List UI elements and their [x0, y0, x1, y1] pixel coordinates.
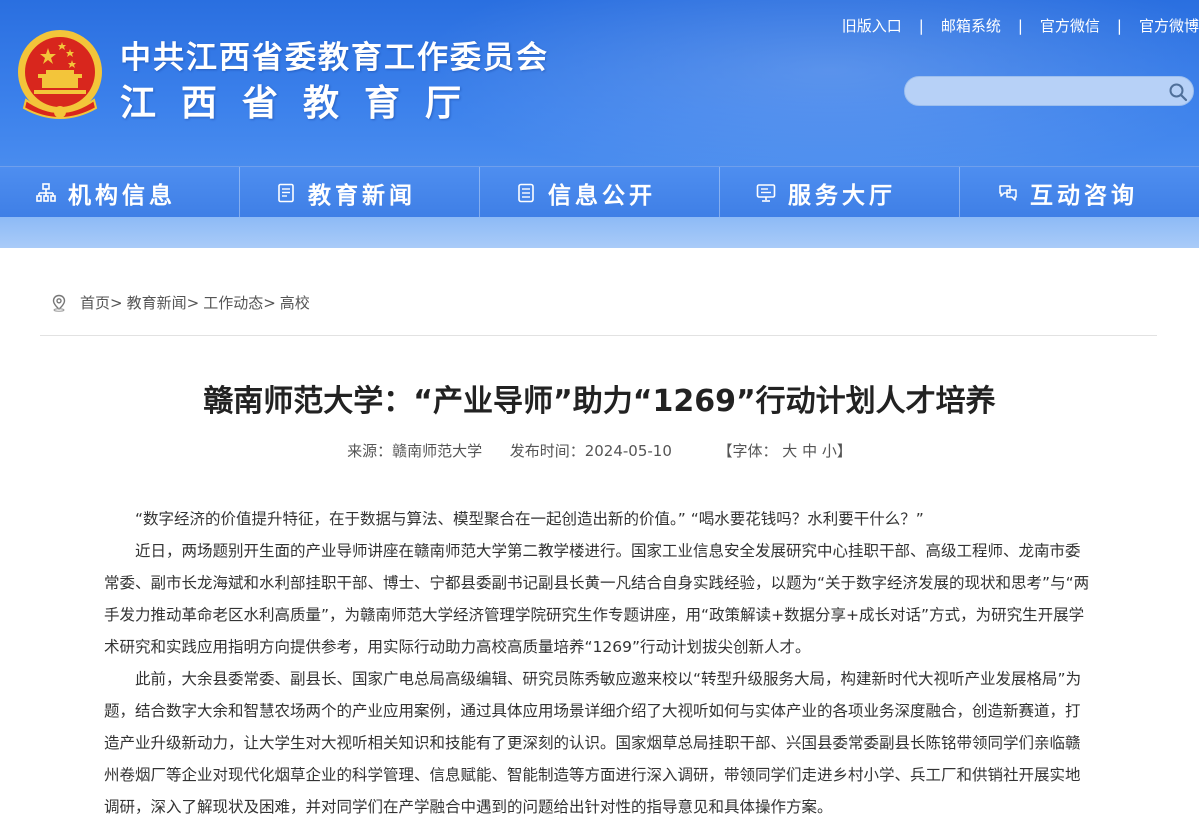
nav-item-education-news[interactable]: 教育新闻 — [240, 167, 480, 218]
article-paragraph: “数字经济的价值提升特征，在于数据与算法、模型聚合在一起创造出新的价值。” “喝… — [135, 510, 924, 528]
article-body: “数字经济的价值提升特征，在于数据与算法、模型聚合在一起创造出新的价值。” “喝… — [104, 503, 1094, 822]
date-label: 发布时间： — [509, 442, 585, 460]
site-title-department: 江西省教育厅 — [120, 83, 487, 124]
chat-bubbles-icon — [999, 184, 1017, 201]
main-nav: 机构信息 教育新闻 信息公开 服务大厅 互动咨询 — [0, 166, 1199, 218]
link-separator: | — [1116, 16, 1122, 35]
font-size-large-button[interactable]: 大 — [782, 442, 797, 460]
site-title-cpc: 中共江西省委教育工作委员会 — [120, 40, 549, 76]
font-size-medium-button[interactable]: 中 — [802, 442, 817, 460]
content-divider — [40, 335, 1157, 336]
nav-item-info-disclosure[interactable]: 信息公开 — [480, 167, 720, 218]
nav-label: 信息公开 — [548, 182, 656, 209]
article-paragraph: 此前，大余县委常委、副县长、国家广电总局高级编辑、研究员陈秀敏应邀来校以“转型升… — [104, 670, 1082, 816]
top-links: 旧版入口 | 邮箱系统 | 官方微信 | 官方微博 — [842, 15, 1199, 36]
location-pin-icon — [52, 294, 66, 312]
official-wechat-link[interactable]: 官方微信 — [1040, 15, 1100, 36]
article-meta: 来源：赣南师范大学 发布时间：2024-05-10 【字体： 大 中 小】 — [0, 440, 1199, 461]
mail-system-link[interactable]: 邮箱系统 — [941, 15, 1001, 36]
link-separator: | — [918, 16, 924, 35]
breadcrumb-work-updates[interactable]: 工作动态 — [203, 292, 263, 313]
font-size-label: 【字体： — [717, 442, 778, 460]
breadcrumb: 首页 > 教育新闻 > 工作动态 > 高校 — [50, 292, 310, 313]
search-box — [904, 76, 1194, 106]
breadcrumb-home[interactable]: 首页 — [80, 292, 110, 313]
font-size-close: 】 — [836, 442, 852, 460]
nav-item-interactive-consult[interactable]: 互动咨询 — [960, 167, 1199, 218]
breadcrumb-separator: > — [186, 293, 200, 312]
source-label: 来源： — [347, 442, 393, 460]
breadcrumb-separator: > — [263, 293, 276, 312]
org-chart-icon — [36, 182, 56, 202]
article-title: 赣南师范大学：“产业导师”助力“1269”行动计划人才培养 — [203, 384, 996, 419]
search-input[interactable] — [917, 81, 1157, 103]
article-paragraph: 近日，两场题别开生面的产业导师讲座在赣南师范大学第二教学楼进行。国家工业信息安全… — [104, 542, 1090, 656]
breadcrumb-universities[interactable]: 高校 — [280, 292, 310, 313]
breadcrumb-separator: > — [110, 293, 123, 312]
nav-decor-strip — [0, 217, 1199, 248]
info-list-icon — [518, 183, 534, 202]
source-value: 赣南师范大学 — [392, 442, 483, 460]
nav-label: 服务大厅 — [788, 182, 896, 209]
news-document-icon — [278, 183, 294, 202]
nav-item-service-hall[interactable]: 服务大厅 — [720, 167, 960, 218]
national-emblem-icon — [18, 30, 102, 119]
breadcrumb-education-news[interactable]: 教育新闻 — [127, 292, 187, 313]
search-icon[interactable] — [1167, 81, 1189, 103]
nav-label: 互动咨询 — [1030, 182, 1138, 209]
link-separator: | — [1017, 16, 1023, 35]
monitor-icon — [756, 183, 776, 202]
publish-date: 2024-05-10 — [584, 442, 672, 460]
old-version-link[interactable]: 旧版入口 — [842, 15, 902, 36]
official-weibo-link[interactable]: 官方微博 — [1139, 15, 1199, 36]
nav-item-org-info[interactable]: 机构信息 — [0, 167, 240, 218]
nav-label: 教育新闻 — [308, 182, 416, 209]
nav-label: 机构信息 — [68, 182, 176, 209]
font-size-small-button[interactable]: 小 — [822, 442, 837, 460]
